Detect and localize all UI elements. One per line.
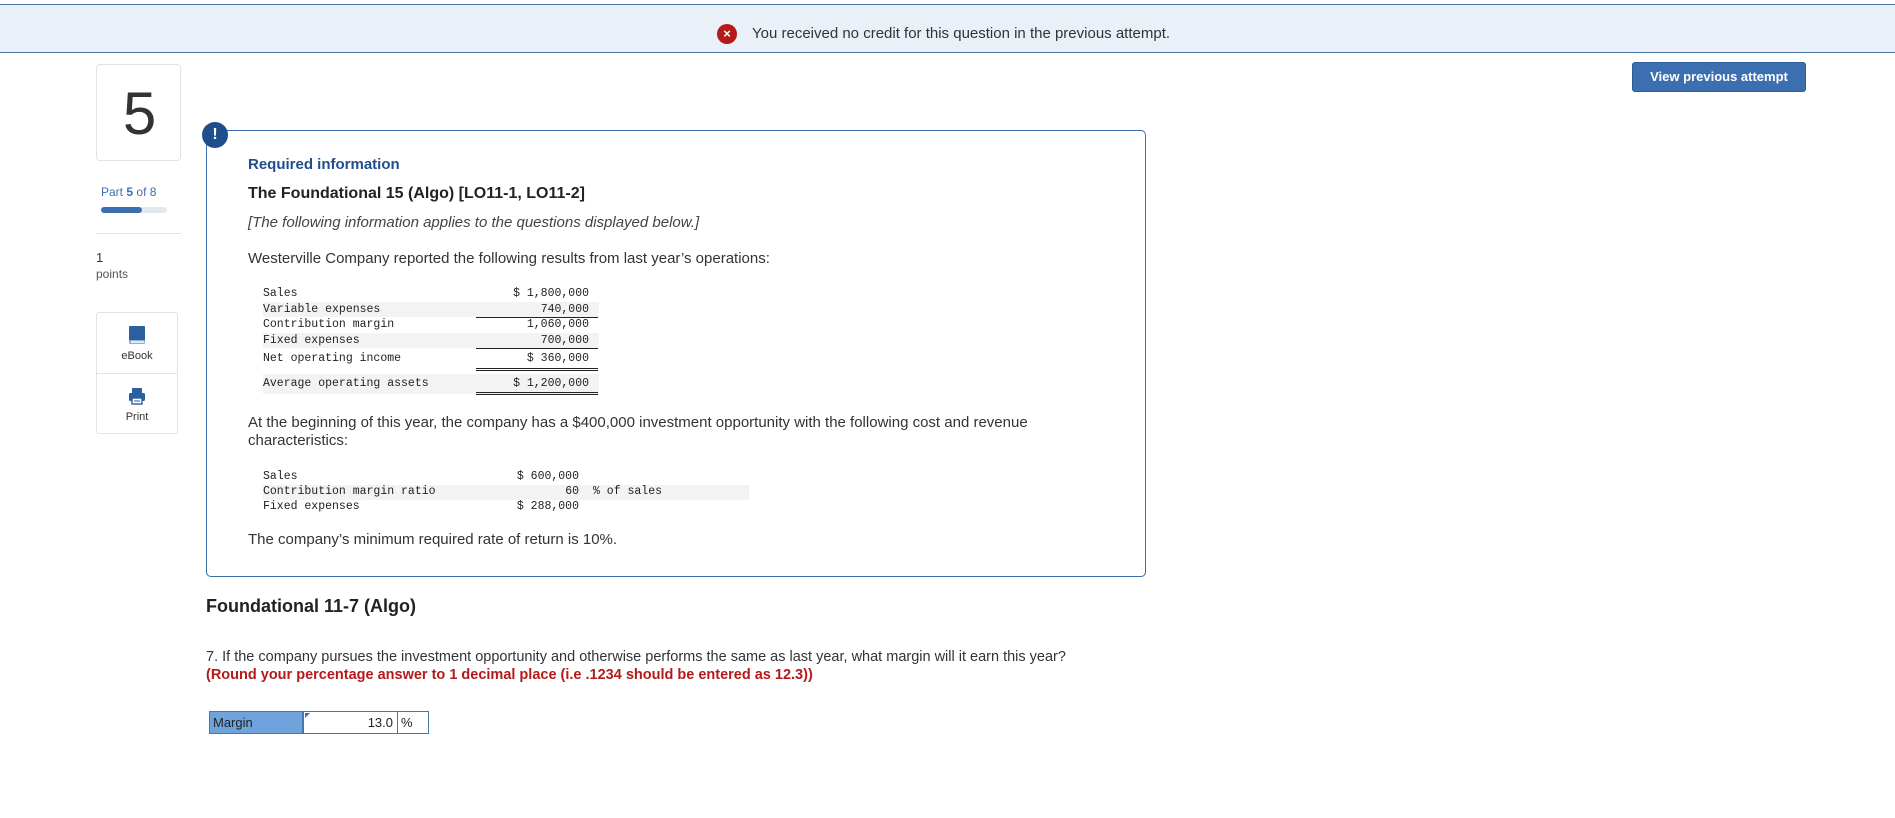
book-icon (129, 326, 145, 344)
minimum-rate-text: The company’s minimum required rate of r… (248, 531, 618, 548)
row-value: 740,000 (540, 302, 589, 316)
results-intro: Westerville Company reported the followi… (248, 250, 770, 267)
double-underline-rule (476, 392, 598, 395)
error-x-icon: × (717, 24, 737, 44)
row-value: $ 600,000 (516, 470, 579, 483)
printer-icon (129, 388, 145, 405)
banner-message: You received no credit for this question… (752, 25, 1171, 42)
double-underline-rule (476, 368, 598, 371)
row-value: $ 1,200,000 (513, 377, 589, 390)
row-unit: % of sales (593, 485, 663, 498)
row-label: Sales (263, 287, 298, 300)
table-row: Average operating assets $ 1,200,000 (263, 374, 599, 395)
problem-title: The Foundational 15 (Algo) [LO11-1, LO11… (248, 185, 585, 202)
question-number-box: 5 (96, 64, 181, 161)
ebook-button[interactable]: eBook (97, 313, 177, 374)
part-indicator: Part 5 of 8 (101, 185, 156, 199)
part-progress-bar (101, 207, 167, 213)
row-value: $ 360,000 (526, 352, 589, 365)
table-row: Fixed expenses $ 288,000 (263, 500, 749, 515)
table-row: Net operating income $ 360,000 (263, 348, 599, 371)
points-label: points (96, 267, 129, 281)
answer-label: Margin (209, 711, 303, 734)
rounding-instruction: (Round your percentage answer to 1 decim… (206, 667, 813, 683)
feedback-banner: × You received no credit for this questi… (0, 4, 1895, 53)
part-progress-fill (101, 207, 143, 213)
margin-answer-input[interactable] (303, 711, 398, 734)
row-value: 700,000 (540, 333, 589, 347)
row-label: Average operating assets (263, 377, 429, 390)
answer-unit: % (398, 711, 429, 734)
row-value: 1,060,000 (526, 318, 589, 331)
row-label: Variable expenses (263, 302, 381, 316)
investment-opportunity-text: At the beginning of this year, the compa… (248, 414, 1028, 449)
table-row: Fixed expenses 700,000 (263, 332, 599, 349)
row-label: Fixed expenses (263, 500, 360, 513)
answer-flag-icon (305, 713, 310, 718)
row-value: $ 288,000 (516, 500, 579, 513)
points-value: 1 (96, 250, 104, 265)
print-label: Print (125, 411, 149, 423)
operating-results-table: Sales $ 1,800,000 Variable expenses 740,… (263, 286, 599, 395)
row-label: Sales (263, 470, 298, 483)
row-label: Contribution margin ratio (263, 485, 436, 498)
section-title: Foundational 11-7 (Algo) (206, 596, 416, 616)
print-button[interactable]: Print (97, 374, 177, 434)
table-row: Sales $ 600,000 (263, 470, 749, 485)
table-row: Variable expenses 740,000 (263, 301, 599, 318)
applies-note: [The following information applies to th… (248, 214, 700, 231)
tools-panel: eBook Print (96, 312, 178, 434)
investment-table: Sales $ 600,000 Contribution margin rati… (263, 470, 749, 515)
part-current: 5 (126, 185, 134, 199)
part-total: of 8 (136, 185, 157, 199)
table-row: Sales $ 1,800,000 (263, 286, 599, 302)
row-value: $ 1,800,000 (513, 287, 589, 300)
table-row: Contribution margin ratio 60 % of sales (263, 485, 749, 500)
row-label: Net operating income (263, 352, 402, 365)
table-row: Contribution margin 1,060,000 (263, 317, 599, 333)
question-number: 5 (122, 80, 157, 147)
ebook-label: eBook (121, 350, 153, 362)
row-label: Fixed expenses (263, 333, 360, 347)
sidebar-divider (96, 233, 181, 234)
alert-icon: ! (202, 122, 228, 148)
question-text: 7. If the company pursues the investment… (206, 649, 1066, 665)
part-prefix: Part (101, 185, 124, 199)
row-value: 60 (565, 485, 579, 498)
view-previous-attempt-button[interactable]: View previous attempt (1632, 62, 1806, 92)
row-label: Contribution margin (263, 318, 395, 331)
required-information-heading: Required information (248, 156, 400, 173)
